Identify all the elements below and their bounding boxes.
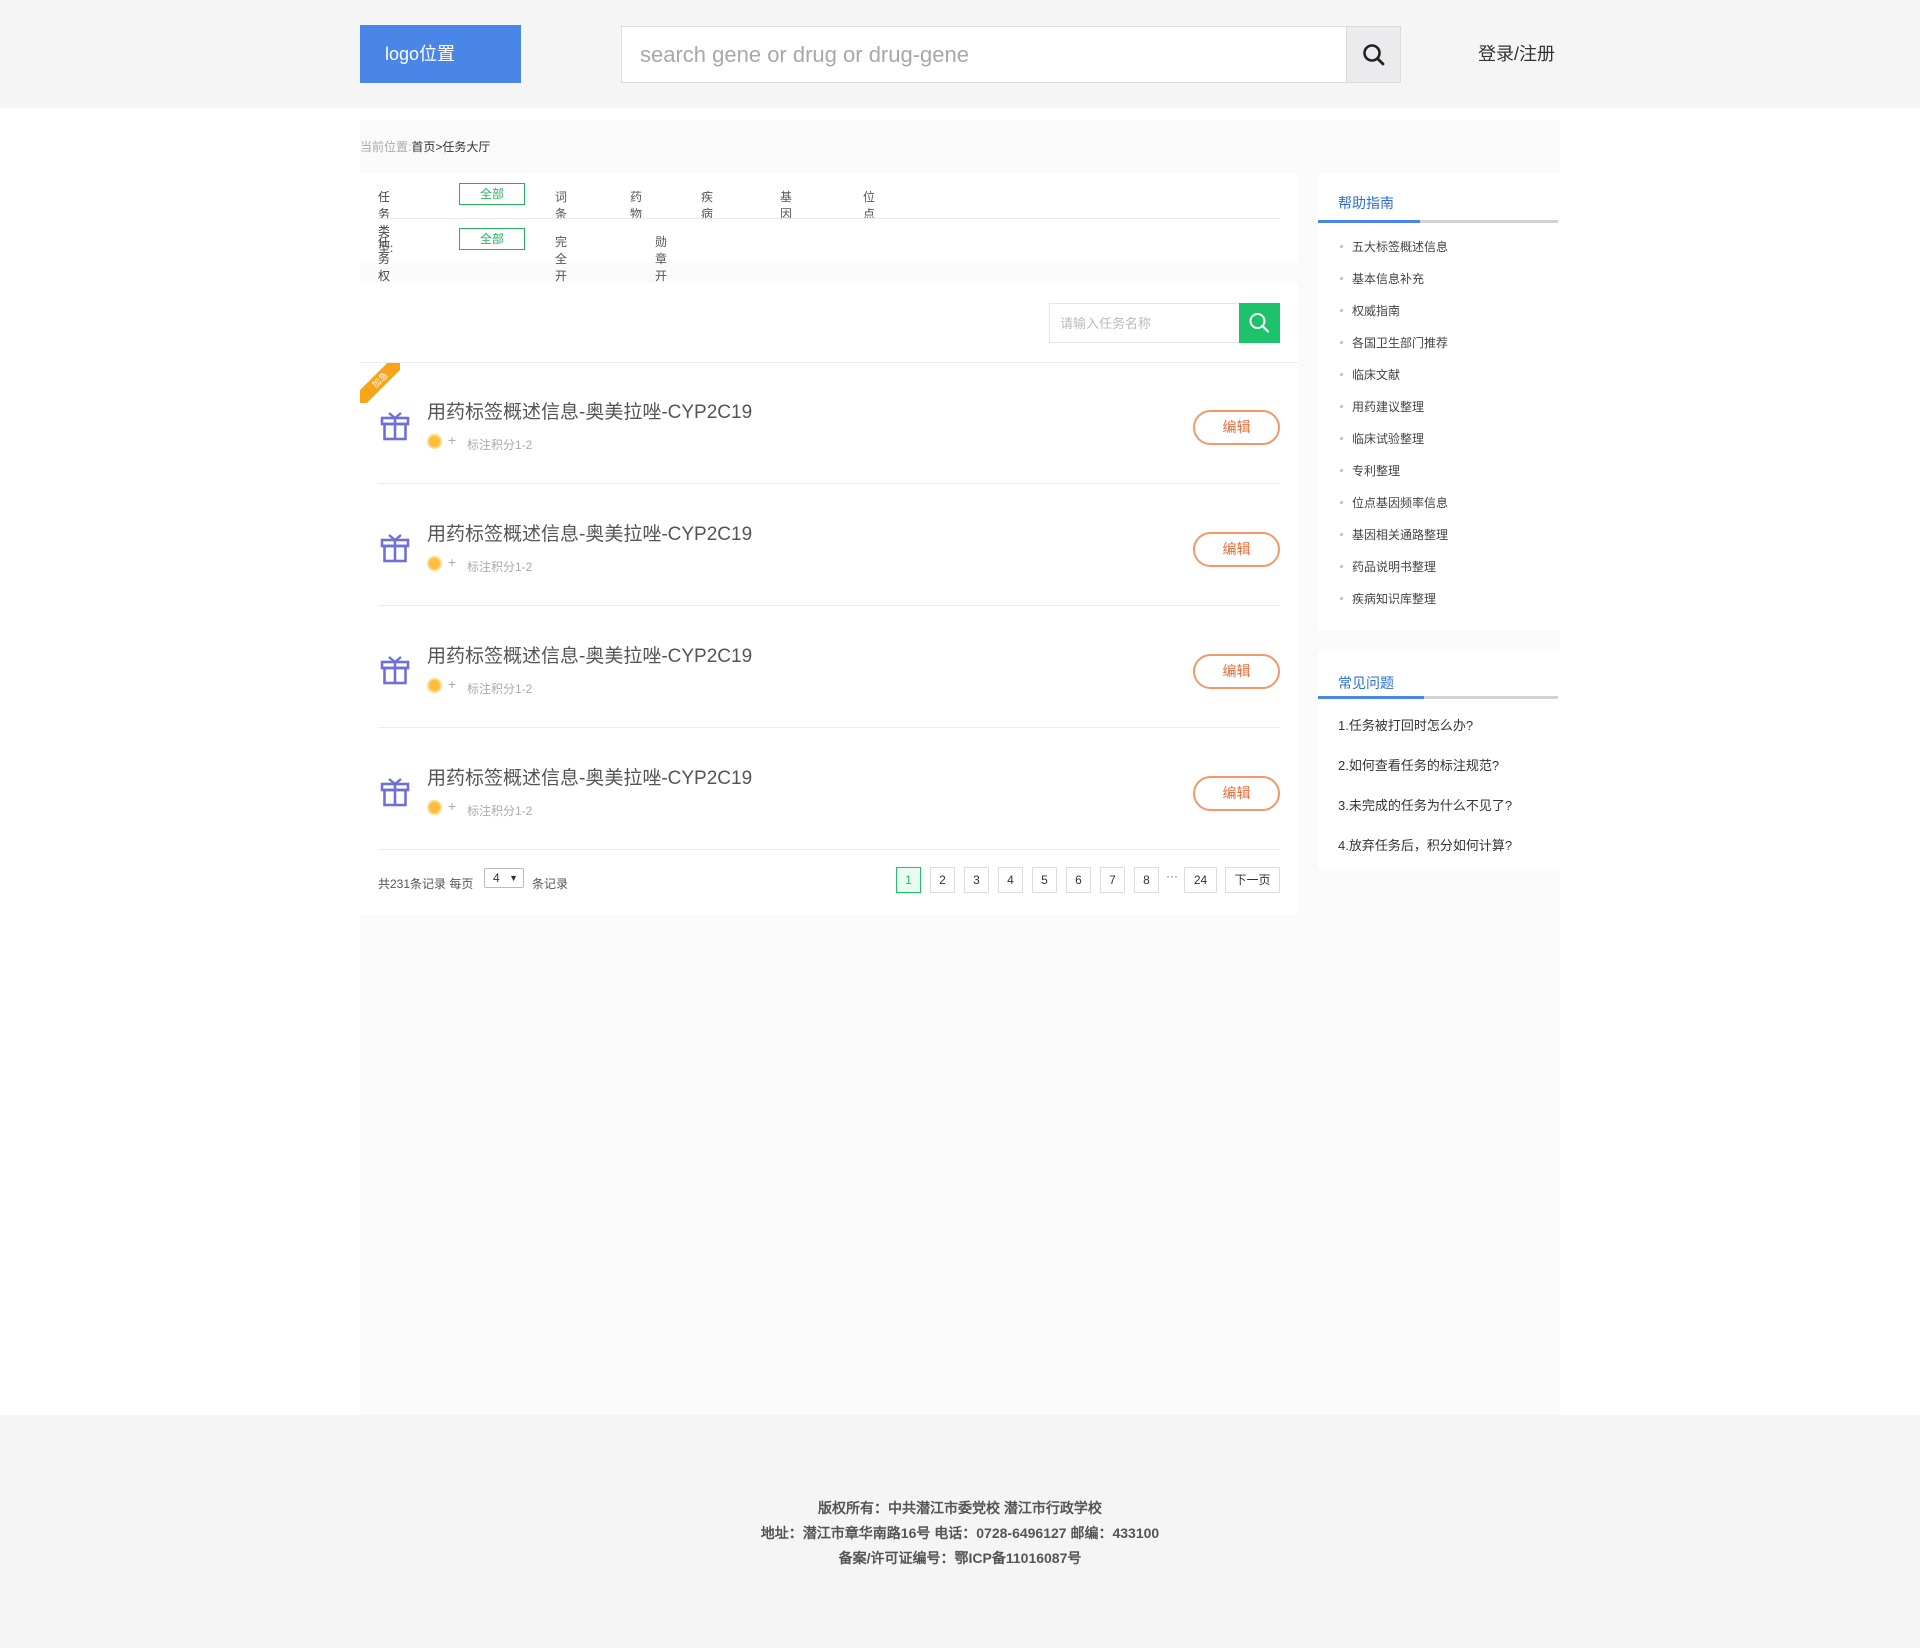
faq-panel: 常见问题 1.任务被打回时怎么办? 2.如何查看任务的标注规范? 3.未完成的任… — [1318, 651, 1560, 869]
page-ellipsis: ··· — [1166, 869, 1178, 883]
page-6[interactable]: 6 — [1066, 867, 1091, 893]
task-list-panel: 用药标签概述信息-奥美拉唑-CYP2C19 + 标注积分1-2 编辑 用药标签概… — [360, 283, 1298, 915]
per-page-value: 4 — [493, 871, 500, 885]
task-item: 用药标签概述信息-奥美拉唑-CYP2C19 + 标注积分1-2 编辑 — [378, 363, 1280, 484]
help-guide-underline — [1318, 220, 1558, 223]
help-item[interactable]: 药品说明书整理 — [1338, 559, 1548, 591]
gift-icon — [380, 656, 410, 685]
help-guide-panel: 帮助指南 五大标签概述信息 基本信息补充 权威指南 各国卫生部门推荐 临床文献 … — [1318, 173, 1560, 630]
edit-button[interactable]: 编辑 — [1193, 410, 1280, 445]
faq-item[interactable]: 3.未完成的任务为什么不见了? — [1338, 795, 1512, 835]
help-item[interactable]: 用药建议整理 — [1338, 399, 1548, 431]
breadcrumb: 当前位置:首页>任务大厅 — [360, 138, 490, 155]
help-item[interactable]: 疾病知识库整理 — [1338, 591, 1548, 623]
page-4[interactable]: 4 — [998, 867, 1023, 893]
page-2[interactable]: 2 — [930, 867, 955, 893]
gift-icon — [380, 534, 410, 563]
page-1[interactable]: 1 — [896, 867, 921, 893]
page-3[interactable]: 3 — [964, 867, 989, 893]
next-page-button[interactable]: 下一页 — [1225, 867, 1280, 893]
faq-item[interactable]: 4.放弃任务后，积分如何计算? — [1338, 835, 1512, 875]
task-item: 用药标签概述信息-奥美拉唑-CYP2C19 + 标注积分1-2 编辑 — [378, 607, 1280, 728]
task-item: 用药标签概述信息-奥美拉唑-CYP2C19 + 标注积分1-2 编辑 — [378, 485, 1280, 606]
header: logo位置 登录/注册 — [0, 0, 1920, 108]
plus-sign: + — [448, 432, 457, 448]
faq-list: 1.任务被打回时怎么办? 2.如何查看任务的标注规范? 3.未完成的任务为什么不… — [1338, 715, 1512, 875]
task-title[interactable]: 用药标签概述信息-奥美拉唑-CYP2C19 — [427, 519, 752, 546]
task-filters: 任务类型: 全部 词条 药物 疾病 基因 位点 任务权限: 全部 完全开放 勋章… — [360, 173, 1298, 300]
coin-icon — [427, 556, 442, 571]
help-item[interactable]: 基本信息补充 — [1338, 271, 1548, 303]
task-search-box — [1049, 303, 1240, 343]
help-item[interactable]: 五大标签概述信息 — [1338, 239, 1548, 271]
filter-permission-all[interactable]: 全部 — [459, 228, 525, 250]
filter-type-disease[interactable]: 疾病 — [701, 188, 713, 222]
page-8[interactable]: 8 — [1134, 867, 1159, 893]
help-guide-list: 五大标签概述信息 基本信息补充 权威指南 各国卫生部门推荐 临床文献 用药建议整… — [1338, 239, 1548, 623]
plus-sign: + — [448, 554, 457, 570]
plus-sign: + — [448, 676, 457, 692]
faq-item[interactable]: 2.如何查看任务的标注规范? — [1338, 755, 1512, 795]
search-bar — [621, 26, 1401, 83]
search-icon — [1363, 44, 1385, 66]
faq-title: 常见问题 — [1338, 675, 1394, 691]
edit-button[interactable]: 编辑 — [1193, 776, 1280, 811]
help-guide-title: 帮助指南 — [1338, 195, 1394, 211]
footer-icp: 备案/许可证编号：鄂ICP备11016087号 — [838, 1550, 1082, 1566]
task-title[interactable]: 用药标签概述信息-奥美拉唑-CYP2C19 — [427, 763, 752, 790]
gift-icon — [380, 412, 410, 441]
filter-type-drug[interactable]: 药物 — [630, 188, 642, 222]
search-button[interactable] — [1346, 27, 1400, 82]
coin-icon — [427, 434, 442, 449]
page-last[interactable]: 24 — [1184, 867, 1217, 893]
page-5[interactable]: 5 — [1032, 867, 1057, 893]
footer: 版权所有：中共潜江市委党校 潜江市行政学校 地址：潜江市章华南路16号 电话：0… — [0, 1415, 1920, 1648]
footer-copyright: 版权所有：中共潜江市委党校 潜江市行政学校 — [818, 1500, 1102, 1516]
coin-icon — [427, 678, 442, 693]
task-points: 标注积分1-2 — [467, 804, 533, 818]
help-item[interactable]: 基因相关通路整理 — [1338, 527, 1548, 559]
help-item[interactable]: 各国卫生部门推荐 — [1338, 335, 1548, 367]
urgent-ribbon: 加急 — [360, 363, 400, 403]
coin-icon — [427, 800, 442, 815]
filter-type-site[interactable]: 位点 — [863, 188, 875, 222]
per-page-select[interactable]: 4 ▼ — [484, 868, 524, 888]
breadcrumb-prefix: 当前位置: — [360, 140, 412, 154]
login-register-link[interactable]: 登录/注册 — [1478, 40, 1555, 66]
faq-item[interactable]: 1.任务被打回时怎么办? — [1338, 715, 1512, 755]
filter-type-gene[interactable]: 基因 — [780, 188, 792, 222]
logo[interactable]: logo位置 — [360, 25, 521, 83]
breadcrumb-path[interactable]: 首页>任务大厅 — [411, 140, 490, 154]
filter-type-all[interactable]: 全部 — [459, 183, 525, 205]
urgent-ribbon-label: 加急 — [360, 363, 400, 403]
task-item: 用药标签概述信息-奥美拉唑-CYP2C19 + 标注积分1-2 编辑 — [378, 729, 1280, 850]
edit-button[interactable]: 编辑 — [1193, 654, 1280, 689]
dropdown-arrow-icon: ▼ — [509, 873, 518, 883]
task-title[interactable]: 用药标签概述信息-奥美拉唑-CYP2C19 — [427, 397, 752, 424]
task-points: 标注积分1-2 — [467, 560, 533, 574]
total-records: 共231条记录 每页 — [378, 877, 474, 891]
search-input[interactable] — [622, 27, 1346, 82]
search-icon — [1249, 313, 1270, 333]
task-points: 标注积分1-2 — [467, 682, 533, 696]
task-points: 标注积分1-2 — [467, 438, 533, 452]
help-item[interactable]: 专利整理 — [1338, 463, 1548, 495]
faq-underline — [1318, 696, 1558, 699]
filter-type-entry[interactable]: 词条 — [555, 188, 567, 222]
gift-icon — [380, 778, 410, 807]
filter-divider — [378, 218, 1280, 219]
help-item[interactable]: 临床文献 — [1338, 367, 1548, 399]
page-7[interactable]: 7 — [1100, 867, 1125, 893]
edit-button[interactable]: 编辑 — [1193, 532, 1280, 567]
help-item[interactable]: 位点基因频率信息 — [1338, 495, 1548, 527]
plus-sign: + — [448, 798, 457, 814]
per-page-unit: 条记录 — [532, 877, 569, 891]
pagination: 共231条记录 每页 4 ▼ 条记录 1 2 3 4 5 6 7 8 ··· 2… — [378, 865, 1280, 895]
task-search-input[interactable] — [1050, 304, 1239, 342]
help-item[interactable]: 临床试验整理 — [1338, 431, 1548, 463]
task-search-button[interactable] — [1239, 303, 1280, 343]
footer-address: 地址：潜江市章华南路16号 电话：0728-6496127 邮编：433100 — [760, 1525, 1160, 1541]
help-item[interactable]: 权威指南 — [1338, 303, 1548, 335]
task-title[interactable]: 用药标签概述信息-奥美拉唑-CYP2C19 — [427, 641, 752, 668]
